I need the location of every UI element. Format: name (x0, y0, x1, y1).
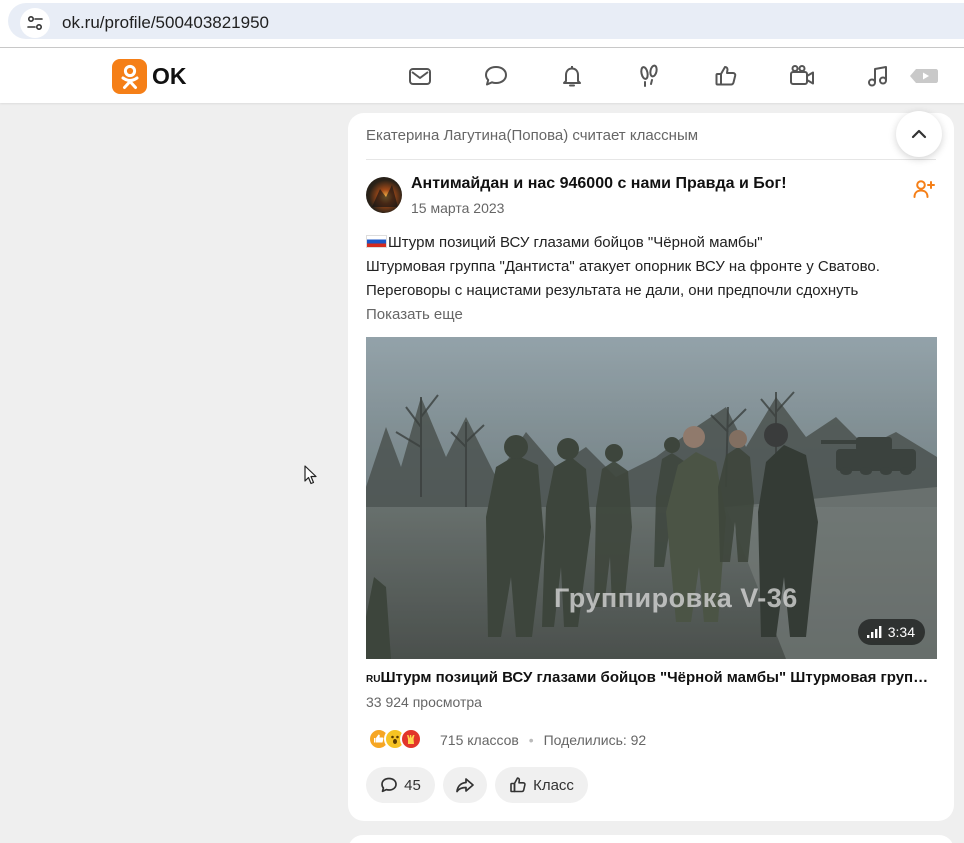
comments-count: 45 (404, 776, 421, 794)
like-icon[interactable] (712, 62, 740, 90)
browser-address-bar: ok.ru/profile/500403821950 (0, 0, 964, 48)
url-field[interactable]: ok.ru/profile/500403821950 (8, 3, 964, 39)
class-label: Класс (533, 776, 574, 794)
post-text-line: Штурмовая группа "Дантиста" атакует опор… (366, 258, 880, 275)
video-title[interactable]: RUШтурм позиций ВСУ глазами бойцов "Чёрн… (366, 669, 936, 686)
shares-count[interactable]: Поделились: 92 (544, 732, 647, 748)
comments-button[interactable]: 45 (366, 767, 435, 803)
post-text-line: Штурм позиций ВСУ глазами бойцов "Чёрной… (366, 231, 941, 255)
url-text[interactable]: ok.ru/profile/500403821950 (62, 13, 269, 33)
chevron-up-icon (911, 129, 927, 139)
ok-logo-text: OK (152, 63, 187, 89)
video-views: 33 924 просмотра (366, 694, 482, 710)
ru-flag-text: RU (366, 674, 381, 685)
video-player[interactable]: Группировка V-36 3:34 (366, 337, 937, 659)
video-watermark: Группировка V-36 (554, 583, 798, 613)
collapse-button[interactable] (896, 111, 942, 157)
add-friend-icon[interactable] (912, 177, 936, 201)
video-camera-icon[interactable] (788, 62, 816, 90)
stats-separator: • (528, 732, 534, 748)
post-text-line: Переговоры с нацистами результата не дал… (366, 282, 859, 299)
bell-icon[interactable] (558, 62, 586, 90)
mouse-cursor-icon (304, 465, 317, 485)
chat-icon[interactable] (482, 62, 510, 90)
top-navigation: OK (0, 48, 964, 103)
post-date[interactable]: 15 марта 2023 (411, 200, 504, 216)
classes-count[interactable]: 715 классов (440, 732, 519, 748)
like-icon (510, 777, 526, 793)
footprints-icon[interactable] (635, 62, 663, 90)
share-button[interactable] (443, 767, 487, 803)
reaction-icons[interactable] (368, 728, 422, 750)
signal-bars-icon (866, 626, 882, 638)
mail-icon[interactable] (406, 62, 434, 90)
show-more-link[interactable]: Показать еще (366, 306, 463, 323)
post-text: Штурм позиций ВСУ глазами бойцов "Чёрной… (366, 231, 941, 303)
russia-flag-icon (366, 235, 387, 248)
class-button[interactable]: Класс (495, 767, 588, 803)
comment-icon (381, 777, 398, 793)
divider (366, 159, 936, 160)
video-duration: 3:34 (887, 624, 915, 640)
ok-logo-icon (112, 59, 147, 94)
author-avatar[interactable] (366, 177, 402, 213)
post-author[interactable]: Антимайдан и нас 946000 с нами Правда и … (411, 175, 787, 193)
reaction-stats: 715 классов • Поделились: 92 (440, 732, 646, 748)
feed-post-card: Екатерина Лагутина(Попова) считает класс… (348, 111, 954, 821)
rock-reaction-icon (400, 728, 422, 750)
ok-logo[interactable]: OK (112, 59, 187, 94)
share-icon (456, 778, 474, 793)
post-context[interactable]: Екатерина Лагутина(Попова) считает класс… (366, 127, 698, 144)
music-icon[interactable] (864, 62, 892, 90)
site-settings-icon[interactable] (20, 8, 50, 38)
video-duration-badge: 3:34 (857, 619, 925, 645)
next-feed-card (348, 835, 954, 843)
video-play-icon[interactable] (908, 62, 940, 90)
